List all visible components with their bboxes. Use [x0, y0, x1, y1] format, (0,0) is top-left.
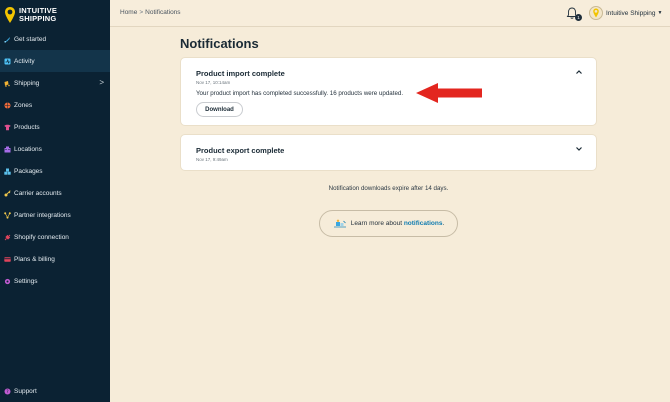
download-button[interactable]: Download [196, 102, 243, 117]
location-pin-icon [5, 7, 15, 23]
notification-title: Product import complete [196, 69, 285, 78]
boxes-icon [4, 168, 11, 175]
account-menu[interactable]: Intuitive Shipping ▼ [589, 5, 662, 21]
breadcrumb: Home > Notifications [120, 9, 181, 16]
brand-logo[interactable]: INTUITIVE SHIPPING [4, 4, 57, 26]
notification-title: Product export complete [196, 146, 285, 155]
notification-message: Your product import has completed succes… [196, 90, 404, 97]
avatar [589, 6, 603, 20]
sidebar-item-label: Get started [14, 35, 47, 43]
rocket-icon [4, 36, 10, 42]
chevron-down-icon[interactable] [574, 144, 584, 154]
sidebar-item-get-started[interactable]: Get started [0, 28, 110, 50]
key-icon [4, 189, 11, 196]
plug-icon [4, 234, 11, 240]
expire-note: Notification downloads expire after 14 d… [328, 185, 449, 192]
truck-icon [4, 80, 10, 87]
notifications-link[interactable]: notifications [404, 220, 443, 227]
notification-count-badge: 1 [575, 14, 582, 21]
building-icon [4, 146, 11, 152]
sidebar-item-label: Plans & billing [14, 255, 55, 263]
location-pin-icon [593, 8, 599, 18]
notification-card[interactable]: Product import complete Nov 17, 10:14am … [180, 57, 597, 126]
chevron-right-icon: > [99, 78, 104, 87]
notification-date: Nov 17, 9:49am [196, 157, 228, 162]
globe-icon [4, 102, 11, 108]
sidebar-item-partner-integrations[interactable]: Partner integrations [0, 204, 110, 226]
gear-icon [4, 278, 11, 284]
sidebar-item-activity[interactable]: Activity [0, 50, 110, 72]
help-circle-icon: ? [4, 388, 11, 395]
support-link[interactable]: ? Support [4, 384, 37, 398]
learn-more-prefix: Learn more about [350, 220, 403, 227]
sidebar-item-label: Packages [14, 167, 43, 175]
activity-icon [4, 58, 11, 64]
notification-date: Nov 17, 10:14am [196, 80, 231, 85]
sidebar-item-carrier-accounts[interactable]: Carrier accounts [0, 182, 110, 204]
sidebar-item-label: Locations [14, 145, 42, 153]
sidebar: INTUITIVE SHIPPING Get started Activity … [0, 0, 110, 402]
learn-more-suffix: . [442, 220, 445, 227]
sidebar-item-label: Activity [14, 57, 35, 65]
sidebar-item-locations[interactable]: Locations [0, 138, 110, 160]
sidebar-item-label: Partner integrations [14, 211, 71, 219]
caret-down-icon: ▼ [657, 10, 663, 16]
sidebar-item-shipping[interactable]: Shipping > [0, 72, 110, 94]
sidebar-nav: Get started Activity Shipping > Zones Pr… [0, 28, 110, 292]
top-bar: Home > Notifications 1 Intuitive Shipping … [110, 0, 670, 27]
sidebar-item-label: Zones [14, 101, 33, 109]
support-label: Support [14, 387, 37, 395]
red-arrow-annotation [416, 83, 482, 103]
sidebar-item-packages[interactable]: Packages [0, 160, 110, 182]
shirt-icon [4, 124, 11, 130]
sidebar-item-label: Carrier accounts [14, 189, 62, 197]
account-name: Intuitive Shipping [606, 9, 656, 17]
sidebar-item-label: Shipping [14, 79, 40, 87]
sidebar-item-label: Settings [14, 277, 38, 285]
sidebar-item-zones[interactable]: Zones [0, 94, 110, 116]
chevron-up-icon[interactable] [574, 67, 584, 77]
sidebar-item-label: Shopify connection [14, 233, 69, 241]
sidebar-item-settings[interactable]: Settings [0, 270, 110, 292]
breadcrumb-current: Notifications [145, 9, 181, 16]
network-icon [4, 211, 11, 219]
notification-card[interactable]: Product export complete Nov 17, 9:49am [180, 134, 597, 171]
sidebar-item-plans-billing[interactable]: Plans & billing [0, 248, 110, 270]
learn-more-button[interactable]: Learn more about notifications. [319, 210, 458, 237]
sidebar-item-shopify-connection[interactable]: Shopify connection [0, 226, 110, 248]
sidebar-item-products[interactable]: Products [0, 116, 110, 138]
delivery-illustration-icon [333, 219, 346, 227]
breadcrumb-home[interactable]: Home [120, 9, 137, 16]
breadcrumb-separator: > [139, 9, 144, 16]
brand-line2: SHIPPING [19, 14, 57, 23]
card-icon [4, 256, 11, 262]
sidebar-item-label: Products [14, 123, 40, 131]
page-title: Notifications [180, 36, 259, 51]
